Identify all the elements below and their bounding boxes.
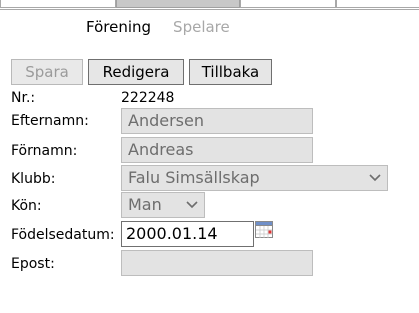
email-label: Epost: [11, 256, 55, 272]
calendar-icon[interactable] [255, 221, 273, 239]
firstname-label: Förnamn: [11, 143, 78, 159]
lastname-field[interactable]: Andersen [121, 108, 313, 134]
lastname-label: Efternamn: [11, 113, 89, 129]
top-tab-1[interactable] [0, 0, 116, 8]
club-select-value: Falu Simsällskap [128, 168, 260, 187]
chevron-down-icon [186, 201, 198, 209]
top-tab-4[interactable] [336, 0, 419, 8]
subnav-link-forening[interactable]: Förening [86, 18, 151, 36]
save-button[interactable]: Spara [11, 59, 83, 85]
nr-label: Nr.: [11, 90, 36, 106]
edit-button[interactable]: Redigera [88, 59, 184, 85]
back-button[interactable]: Tillbaka [189, 59, 272, 85]
player-form-page: Förening Spelare Spara Redigera Tillbaka … [0, 0, 419, 313]
top-tab-strip [0, 0, 419, 10]
birthdate-field[interactable]: 2000.01.14 [121, 221, 254, 247]
nr-value: 222248 [121, 90, 175, 106]
subnav-link-spelare[interactable]: Spelare [173, 18, 230, 36]
firstname-field[interactable]: Andreas [121, 137, 313, 163]
top-tab-3[interactable] [240, 0, 336, 8]
club-select[interactable]: Falu Simsällskap [121, 165, 388, 191]
top-tab-2-active[interactable] [116, 0, 240, 8]
club-label: Klubb: [11, 171, 56, 187]
gender-select[interactable]: Man [121, 192, 205, 218]
email-field[interactable] [121, 250, 313, 276]
sub-navigation: Förening Spelare [86, 18, 230, 36]
chevron-down-icon [369, 174, 381, 182]
gender-label: Kön: [11, 198, 42, 214]
gender-select-value: Man [128, 195, 162, 214]
birthdate-label: Födelsedatum: [11, 227, 115, 243]
